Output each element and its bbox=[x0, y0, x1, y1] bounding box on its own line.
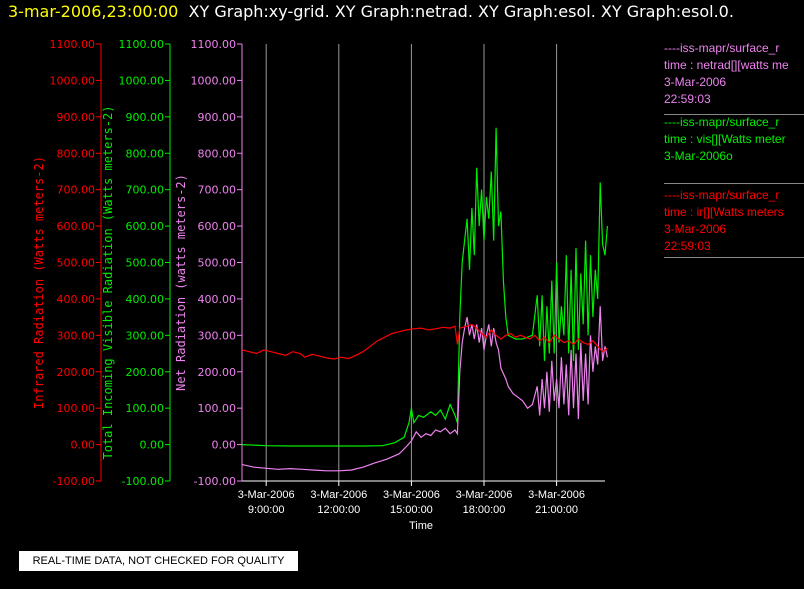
y-tick-label-net-6: 500.00 bbox=[198, 257, 237, 270]
y-tick-label-ir-3: 200.00 bbox=[57, 366, 96, 379]
y-tick-label-vis-2: 100.00 bbox=[126, 402, 165, 415]
y-tick-label-net-2: 100.00 bbox=[198, 402, 237, 415]
legend-entry-2-line-1: time : ir[][Watts meters bbox=[664, 205, 784, 219]
y-tick-label-ir-7: 600.00 bbox=[57, 220, 96, 233]
y-tick-label-net-4: 300.00 bbox=[198, 329, 237, 342]
y-tick-label-ir-11: 1000.00 bbox=[50, 74, 96, 87]
y-tick-label-net-9: 800.00 bbox=[198, 147, 237, 160]
x-axis-label: Time bbox=[409, 520, 433, 532]
y-axis-label-vis: Total Incoming Visible Radiation (Watts … bbox=[101, 105, 115, 459]
series-line-vis bbox=[241, 127, 608, 447]
y-axis-label-net: Net Radiation (watts meters-2) bbox=[174, 174, 188, 391]
y-tick-label-net-8: 700.00 bbox=[198, 184, 237, 197]
y-tick-label-vis-6: 500.00 bbox=[126, 257, 165, 270]
quality-note: REAL-TIME DATA, NOT CHECKED FOR QUALITY bbox=[19, 551, 298, 571]
y-tick-label-net-7: 600.00 bbox=[198, 220, 237, 233]
y-tick-label-net-10: 900.00 bbox=[198, 111, 237, 124]
legend-entry-1-line-0: ----iss-mapr/surface_r bbox=[664, 115, 780, 129]
y-tick-label-ir-8: 700.00 bbox=[57, 184, 96, 197]
y-tick-label-vis-11: 1000.00 bbox=[119, 74, 165, 87]
series-layer bbox=[241, 127, 608, 472]
label-layer: 3-Mar-2006 9:00:00 3-Mar-2006 12:00:00 3-Mar… bbox=[32, 38, 585, 532]
x-tick-time-3: 18:00:00 bbox=[463, 504, 506, 516]
y-tick-label-vis-9: 800.00 bbox=[126, 147, 165, 160]
y-tick-label-vis-10: 900.00 bbox=[126, 111, 165, 124]
legend-entry-1-line-1: time : vis[][Watts meter bbox=[664, 132, 786, 146]
legend-entry-0-line-1: time : netrad[][watts me bbox=[664, 58, 789, 72]
y-tick-label-vis-4: 300.00 bbox=[126, 329, 165, 342]
x-tick-time-0: 9:00:00 bbox=[248, 504, 285, 516]
y-tick-label-vis-8: 700.00 bbox=[126, 184, 165, 197]
y-tick-label-vis-0: -100.00 bbox=[122, 475, 164, 488]
x-tick-date-4: 3-Mar-2006 bbox=[528, 489, 585, 501]
legend-entry-2-line-3: 22:59:03 bbox=[664, 239, 711, 253]
legend-entry-2: ----iss-mapr/surface_rtime : ir[][Watts … bbox=[664, 187, 784, 255]
y-tick-label-vis-3: 200.00 bbox=[126, 366, 165, 379]
x-tick-date-1: 3-Mar-2006 bbox=[310, 489, 367, 501]
legend-entry-0: ----iss-mapr/surface_rtime : netrad[][wa… bbox=[664, 40, 789, 108]
y-tick-label-vis-1: 0.00 bbox=[140, 439, 165, 452]
legend-entry-0-line-2: 3-Mar-2006 bbox=[664, 75, 727, 89]
y-tick-label-vis-12: 1100.00 bbox=[119, 38, 165, 51]
y-tick-label-net-1: 0.00 bbox=[212, 439, 237, 452]
legend-separator-1 bbox=[664, 183, 804, 184]
y-tick-label-ir-1: 0.00 bbox=[71, 439, 96, 452]
y-tick-label-net-5: 400.00 bbox=[198, 293, 237, 306]
y-tick-label-ir-0: -100.00 bbox=[53, 475, 95, 488]
y-tick-label-vis-7: 600.00 bbox=[126, 220, 165, 233]
legend-entry-1-line-2: 3-Mar-2006o bbox=[664, 149, 733, 163]
y-tick-label-net-12: 1100.00 bbox=[191, 38, 237, 51]
y-axis-label-ir: Infrared Radiation (Watts meters-2) bbox=[32, 156, 46, 409]
y-tick-label-net-0: -100.00 bbox=[194, 475, 236, 488]
x-tick-date-2: 3-Mar-2006 bbox=[383, 489, 440, 501]
x-tick-date-0: 3-Mar-2006 bbox=[238, 489, 295, 501]
x-tick-time-2: 15:00:00 bbox=[390, 504, 433, 516]
legend-entry-1: ----iss-mapr/surface_rtime : vis[][Watts… bbox=[664, 114, 786, 165]
y-tick-label-net-11: 1000.00 bbox=[191, 74, 237, 87]
y-tick-label-ir-10: 900.00 bbox=[57, 111, 96, 124]
y-tick-label-vis-5: 400.00 bbox=[126, 293, 165, 306]
grid-layer bbox=[265, 44, 558, 481]
legend-entry-2-line-2: 3-Mar-2006 bbox=[664, 222, 727, 236]
legend-entry-0-line-0: ----iss-mapr/surface_r bbox=[664, 41, 780, 55]
series-line-ir bbox=[241, 323, 608, 360]
legend-separator-2 bbox=[664, 257, 804, 258]
y-tick-label-net-3: 200.00 bbox=[198, 366, 237, 379]
y-tick-label-ir-12: 1100.00 bbox=[50, 38, 96, 51]
x-tick-date-3: 3-Mar-2006 bbox=[456, 489, 513, 501]
y-tick-label-ir-9: 800.00 bbox=[57, 147, 96, 160]
x-tick-time-4: 21:00:00 bbox=[535, 504, 578, 516]
y-tick-label-ir-2: 100.00 bbox=[57, 402, 96, 415]
x-tick-time-1: 12:00:00 bbox=[317, 504, 360, 516]
legend-entry-0-line-3: 22:59:03 bbox=[664, 92, 711, 106]
y-tick-label-ir-6: 500.00 bbox=[57, 257, 96, 270]
y-tick-label-ir-5: 400.00 bbox=[57, 293, 96, 306]
axes-layer bbox=[96, 43, 605, 486]
legend-entry-2-line-0: ----iss-mapr/surface_r bbox=[664, 188, 780, 202]
y-tick-label-ir-4: 300.00 bbox=[57, 329, 96, 342]
